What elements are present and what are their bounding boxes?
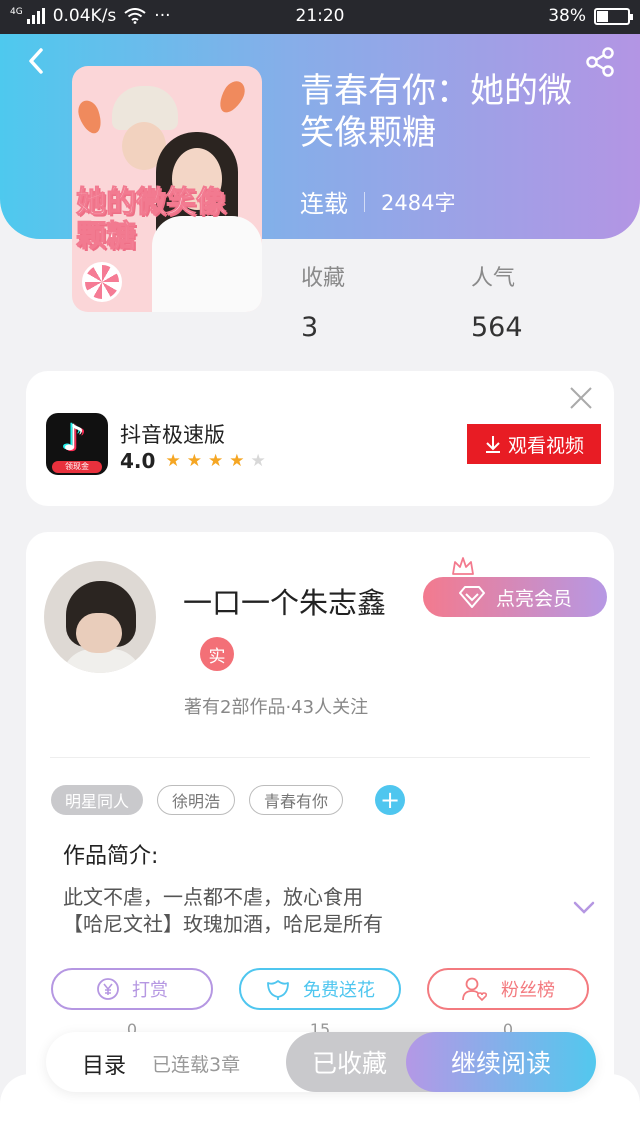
bottom-action-bar: 目录 已连载3章 已收藏 继续阅读 [46, 1032, 596, 1092]
battery-icon [594, 7, 633, 25]
cover-title-art: 她的微笑像颗糖 [76, 185, 227, 254]
ad-card[interactable]: ♪ 领现金 抖音极速版 4.0 ★ ★ ★ ★ ★ 观看视频 [26, 371, 614, 506]
book-meta: 连载 2484字 [300, 184, 455, 219]
status-bar: 4G 0.04K/s ··· 21:20 38% [0, 0, 640, 34]
meta-divider [364, 191, 365, 212]
battery-percent: 38% [548, 6, 586, 26]
stat-favorites: 收藏 3 [301, 260, 345, 343]
diamond-icon [458, 586, 485, 608]
divider [50, 757, 590, 758]
word-count: 2484字 [381, 190, 456, 215]
download-icon [485, 436, 500, 453]
rating-stars: ★ ★ ★ ★ ★ [165, 451, 265, 471]
intro-line: 此文不虐，一点都不虐，放心食用 [63, 885, 363, 909]
ad-app-name: 抖音极速版 [120, 423, 225, 447]
continue-reading-button[interactable]: 继续阅读 [406, 1032, 596, 1092]
stat-label: 收藏 [301, 266, 346, 291]
vip-button[interactable]: 点亮会员 [423, 577, 607, 617]
ad-rating: 4.0 ★ ★ ★ ★ ★ [120, 449, 266, 473]
tag-chip[interactable]: 青春有你 [249, 785, 344, 815]
clock: 21:20 [295, 6, 345, 26]
table-of-contents-button[interactable]: 目录 [82, 1048, 126, 1080]
crown-icon [452, 557, 474, 575]
star-filled-icon: ★ [165, 451, 181, 471]
continue-reading-label: 继续阅读 [450, 1049, 551, 1078]
tag-chip[interactable]: 徐明浩 [157, 785, 236, 815]
app-badge: 领现金 [52, 461, 102, 473]
flower-icon [267, 980, 289, 1000]
rating-value: 4.0 [120, 449, 156, 473]
fans-icon [462, 977, 488, 1002]
watch-video-label: 观看视频 [507, 434, 584, 457]
book-cover[interactable]: 她的微笑像颗糖 [72, 66, 262, 312]
fan-ranking-button[interactable]: 粉丝榜 [427, 968, 589, 1010]
close-icon[interactable] [568, 385, 594, 411]
stat-value: 3 [301, 312, 319, 343]
star-filled-icon: ★ [186, 451, 202, 471]
intro-text: 此文不虐，一点都不虐，放心食用 【哈尼文社】玫瑰加酒，哈尼是所有 [63, 884, 563, 938]
tiktok-app-icon: ♪ 领现金 [46, 413, 108, 475]
tip-label: 打赏 [132, 980, 168, 1001]
send-flower-button[interactable]: 免费送花 [239, 968, 401, 1010]
book-title: 青春有你：她的微笑像颗糖 [300, 71, 572, 153]
send-flower-label: 免费送花 [303, 980, 375, 1001]
add-tag-icon[interactable]: + [375, 785, 406, 815]
watch-video-button[interactable]: 观看视频 [467, 424, 601, 464]
stat-label: 人气 [471, 266, 516, 291]
serial-status: 连载 [300, 190, 348, 218]
stat-popularity: 人气 564 [471, 260, 523, 343]
chevron-down-icon[interactable] [572, 900, 596, 916]
stat-value: 564 [471, 312, 523, 343]
favorited-label: 已收藏 [312, 1049, 388, 1078]
intro-heading: 作品简介: [63, 844, 159, 869]
yen-icon [97, 978, 119, 1000]
verified-badge: 实 [200, 637, 234, 671]
author-name[interactable]: 一口一个朱志鑫 [183, 580, 386, 622]
vip-label: 点亮会员 [495, 587, 572, 610]
tag-chip[interactable]: 明星同人 [51, 785, 144, 815]
tag-list: 明星同人 徐明浩 青春有你 + [51, 785, 406, 815]
star-filled-icon: ★ [229, 451, 245, 471]
intro-line: 【哈尼文社】玫瑰加酒，哈尼是所有 [63, 912, 383, 936]
fan-ranking-label: 粉丝榜 [501, 980, 555, 1001]
tip-button[interactable]: 打赏 [51, 968, 213, 1010]
star-filled-icon: ★ [207, 451, 224, 471]
author-stats: 著有2部作品·43人关注 [184, 697, 369, 718]
author-avatar[interactable] [44, 561, 156, 673]
star-empty-icon: ★ [250, 451, 266, 471]
back-arrow-icon[interactable] [22, 46, 52, 76]
chapter-count: 已连载3章 [152, 1054, 241, 1076]
